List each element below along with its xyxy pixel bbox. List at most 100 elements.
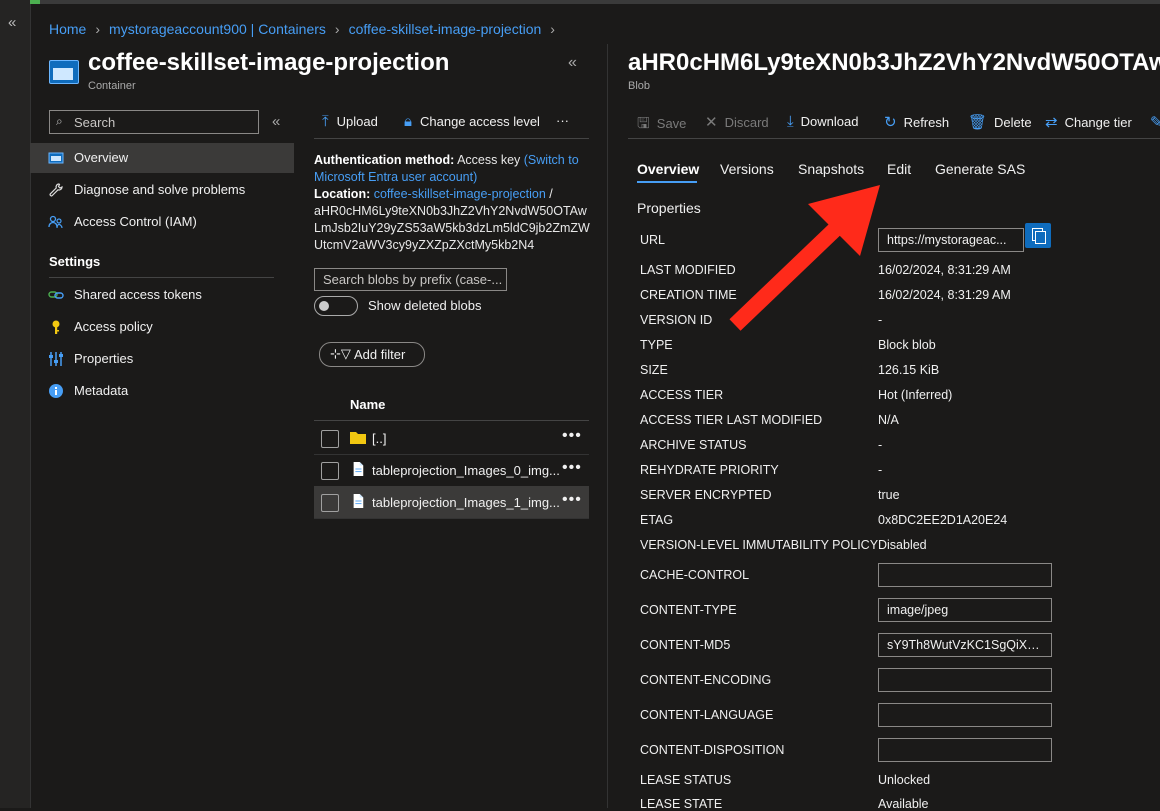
auth-label: Authentication method: (314, 153, 455, 167)
file-icon (353, 462, 364, 476)
sidebar-item-iam[interactable]: Access Control (IAM) (30, 207, 294, 237)
list-item[interactable]: [..] ••• (314, 422, 589, 455)
chevron-right-icon: › (550, 21, 555, 37)
more-actions-button[interactable]: ··· (556, 113, 569, 128)
property-input[interactable]: sY9Th8WutVzKC1SgQiXw... (878, 633, 1052, 657)
lock-icon: 🔒︎ (404, 113, 412, 130)
list-item[interactable]: tableprojection_Images_0_img... ••• (314, 454, 589, 487)
folder-icon (350, 432, 366, 444)
active-tab-indicator (637, 181, 697, 183)
tab-generate-sas[interactable]: Generate SAS (935, 161, 1025, 177)
refresh-button[interactable]: ↻ Refresh (884, 113, 949, 131)
chevron-right-icon: › (95, 21, 101, 37)
row-more-button[interactable]: ••• (562, 491, 582, 509)
property-input[interactable]: image/jpeg (878, 598, 1052, 622)
property-input-value: sY9Th8WutVzKC1SgQiXw... (887, 638, 1045, 652)
property-label: SIZE (640, 363, 668, 377)
property-value: N/A (878, 413, 899, 427)
property-value: true (878, 488, 900, 502)
property-label: URL (640, 233, 666, 247)
location-container-link[interactable]: coffee-skillset-image-projection (374, 187, 546, 201)
property-input-value: image/jpeg (887, 603, 949, 617)
sidebar-item-metadata[interactable]: Metadata (30, 376, 294, 406)
top-strip (40, 0, 1160, 4)
trash-icon: 🗑︎ (968, 114, 988, 131)
save-button[interactable]: 🖫 Save (637, 113, 686, 138)
row-checkbox[interactable] (321, 462, 339, 480)
blob-subtitle: Blob (628, 80, 651, 92)
property-label: LEASE STATE (640, 797, 723, 811)
property-label: ACCESS TIER LAST MODIFIED (640, 413, 823, 427)
property-input-value: https://mystorageac... (887, 233, 1007, 247)
discard-label: Discard (724, 115, 769, 130)
nav-search-input[interactable]: ⌕ Search (49, 110, 259, 134)
property-value: 126.15 KiB (878, 363, 940, 377)
property-input[interactable] (878, 563, 1052, 587)
change-tier-button[interactable]: ⇄ Change tier (1045, 113, 1132, 131)
show-deleted-toggle[interactable] (314, 296, 358, 316)
download-button[interactable]: ⤓ Download (787, 113, 858, 130)
add-filter-button[interactable]: ⊹▽ Add filter (319, 342, 425, 367)
sidebar-item-diagnose[interactable]: Diagnose and solve problems (30, 175, 294, 205)
list-item[interactable]: tableprojection_Images_1_img... ••• (314, 486, 589, 519)
property-value: - (878, 438, 883, 452)
expand-menu-icon[interactable]: « (8, 14, 16, 31)
add-filter-label: Add filter (354, 347, 406, 362)
sidebar-item-label: Properties (74, 351, 134, 366)
property-label: VERSION-LEVEL IMMUTABILITY POLICY (640, 538, 879, 552)
property-value: Hot (Inferred) (878, 388, 953, 402)
portal-left-rail (0, 0, 31, 808)
more-toolbar-icon[interactable]: ✎ (1150, 113, 1160, 131)
key-icon (52, 320, 60, 334)
filter-plus-icon: ⊹▽ (330, 346, 351, 361)
collapse-blade-icon[interactable]: « (568, 54, 577, 72)
delete-label: Delete (994, 115, 1032, 130)
breadcrumb-home[interactable]: Home (49, 21, 86, 37)
auth-value: Access key (457, 153, 521, 167)
row-more-button[interactable]: ••• (562, 459, 582, 477)
row-checkbox[interactable] (321, 430, 339, 448)
delete-button[interactable]: 🗑︎ Delete (968, 113, 1032, 131)
page-subtitle: Container (88, 80, 136, 92)
save-label: Save (656, 116, 687, 131)
property-input[interactable] (878, 738, 1052, 762)
row-checkbox[interactable] (321, 494, 339, 512)
change-access-label: Change access level (419, 114, 540, 129)
sidebar-item-overview[interactable]: Overview (30, 143, 294, 173)
breadcrumb-containers[interactable]: mystorageaccount900 | Containers (109, 21, 326, 37)
property-input[interactable] (878, 668, 1052, 692)
copy-url-button[interactable] (1025, 223, 1051, 248)
upload-button[interactable]: ⤒ Upload (322, 113, 378, 130)
location-slash: / (549, 187, 553, 201)
property-label: TYPE (640, 338, 673, 352)
collapse-nav-icon[interactable]: « (272, 113, 280, 130)
location-label: Location: (314, 187, 371, 201)
discard-button[interactable]: ✕ Discard (705, 113, 769, 131)
change-access-level-button[interactable]: 🔒︎ Change access level (404, 113, 540, 130)
divider (314, 420, 589, 421)
refresh-label: Refresh (903, 115, 950, 130)
annotation-arrow-icon (729, 185, 880, 331)
sidebar-item-label: Access policy (74, 319, 153, 334)
sidebar-item-label: Shared access tokens (74, 287, 202, 302)
divider (628, 138, 1160, 139)
blob-prefix-search-input[interactable]: Search blobs by prefix (case-... (314, 268, 507, 291)
column-header-name[interactable]: Name (350, 397, 385, 412)
breadcrumb-container[interactable]: coffee-skillset-image-projection (349, 21, 542, 37)
property-value: Available (878, 797, 929, 811)
property-input[interactable] (878, 703, 1052, 727)
sliders-icon (49, 352, 63, 366)
row-name: tableprojection_Images_1_img... (372, 495, 560, 510)
auth-info: Authentication method: Access key (Switc… (314, 152, 594, 254)
tab-overview[interactable]: Overview (637, 161, 699, 177)
row-more-button[interactable]: ••• (562, 427, 582, 445)
upload-label: Upload (336, 114, 378, 129)
link-chain-icon (48, 291, 64, 299)
sidebar-item-properties[interactable]: Properties (30, 344, 294, 374)
nav-search-placeholder: Search (74, 115, 116, 130)
property-value: - (878, 463, 883, 477)
sidebar-item-access-policy[interactable]: Access policy (30, 312, 294, 342)
swap-arrows-icon: ⇄ (1045, 114, 1058, 131)
sidebar-item-shared-access-tokens[interactable]: Shared access tokens (30, 280, 294, 310)
top-strip-accent (30, 0, 40, 4)
